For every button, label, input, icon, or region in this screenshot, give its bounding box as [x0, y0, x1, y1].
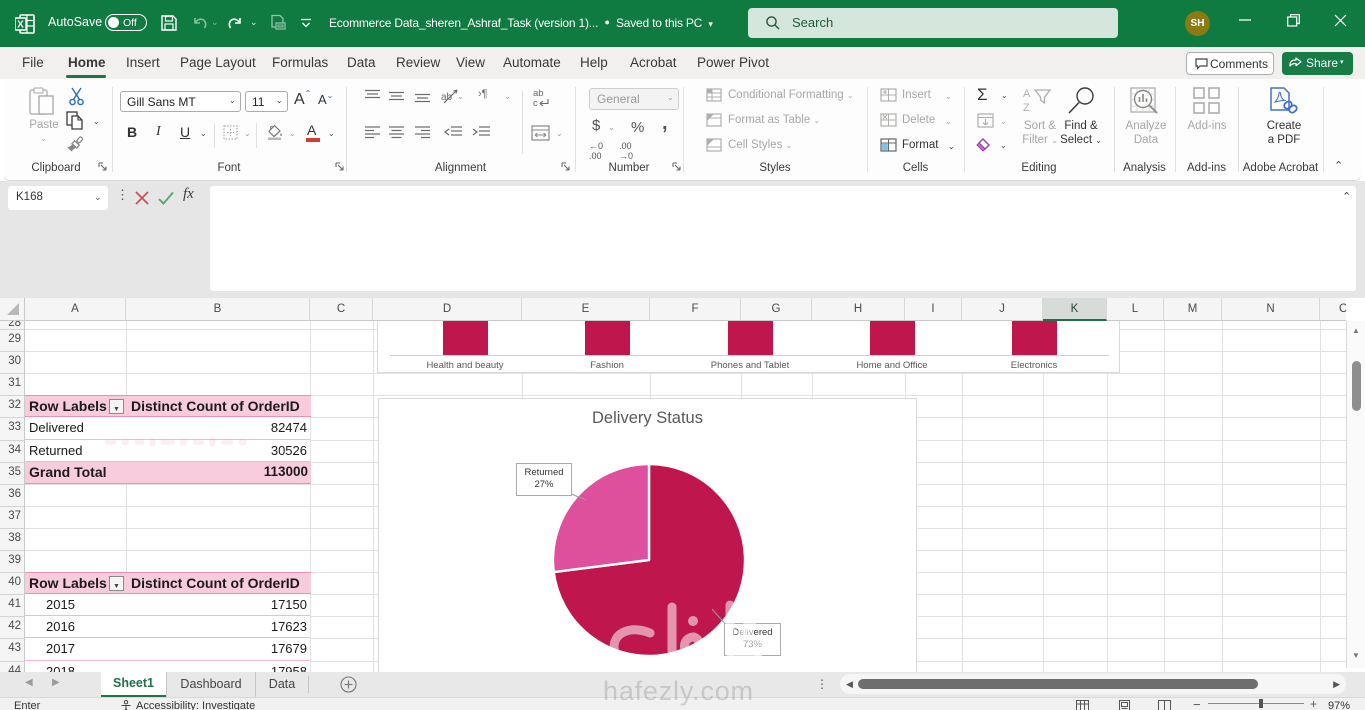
svg-text:A: A [1023, 88, 1031, 100]
svg-text:c: c [533, 98, 538, 109]
svg-text:Z: Z [1023, 102, 1030, 114]
svg-text:X: X [17, 20, 24, 31]
svg-text:ab: ab [441, 92, 453, 103]
